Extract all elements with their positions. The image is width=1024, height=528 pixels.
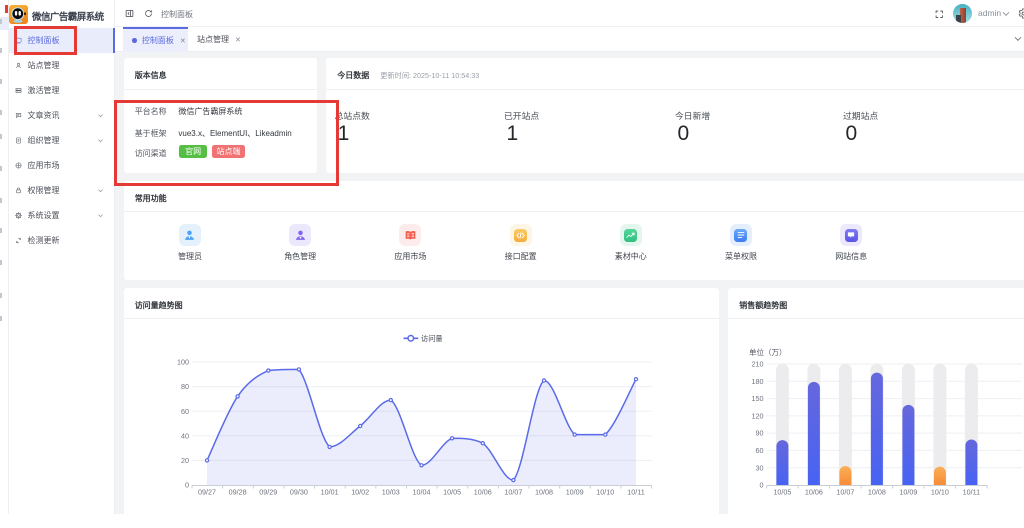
svg-text:60: 60 — [181, 407, 189, 416]
svg-text:10/08: 10/08 — [535, 488, 553, 497]
svg-text:0: 0 — [185, 481, 189, 490]
svg-text:10/08: 10/08 — [868, 488, 886, 497]
svg-text:09/30: 09/30 — [290, 488, 308, 497]
svg-text:80: 80 — [181, 382, 189, 391]
svg-text:100: 100 — [177, 358, 189, 367]
svg-text:60: 60 — [756, 446, 764, 455]
svg-text:09/27: 09/27 — [198, 488, 216, 497]
svg-text:40: 40 — [181, 431, 189, 440]
svg-text:10/07: 10/07 — [836, 488, 854, 497]
svg-text:210: 210 — [752, 360, 764, 369]
svg-text:10/01: 10/01 — [321, 488, 339, 497]
svg-text:180: 180 — [752, 377, 764, 386]
svg-text:10/09: 10/09 — [899, 488, 917, 497]
svg-text:10/03: 10/03 — [382, 488, 400, 497]
svg-text:90: 90 — [756, 429, 764, 438]
svg-text:10/10: 10/10 — [931, 488, 949, 497]
svg-text:30: 30 — [756, 463, 764, 472]
svg-text:150: 150 — [752, 394, 764, 403]
svg-text:10/05: 10/05 — [773, 488, 791, 497]
svg-text:10/05: 10/05 — [443, 488, 461, 497]
svg-text:09/28: 09/28 — [229, 488, 247, 497]
svg-text:10/10: 10/10 — [596, 488, 614, 497]
svg-text:10/09: 10/09 — [566, 488, 584, 497]
svg-text:10/04: 10/04 — [413, 488, 431, 497]
svg-text:10/06: 10/06 — [805, 488, 823, 497]
svg-text:10/07: 10/07 — [504, 488, 522, 497]
svg-text:10/11: 10/11 — [627, 488, 644, 497]
svg-text:120: 120 — [752, 412, 764, 421]
svg-text:10/06: 10/06 — [474, 488, 492, 497]
svg-text:10/02: 10/02 — [351, 488, 369, 497]
svg-text:0: 0 — [760, 481, 764, 490]
svg-text:10/11: 10/11 — [963, 488, 980, 497]
svg-text:09/29: 09/29 — [259, 488, 277, 497]
svg-text:20: 20 — [181, 456, 189, 465]
svg-text:单位（万）: 单位（万） — [749, 347, 787, 357]
svg-text:访问量: 访问量 — [421, 334, 443, 343]
